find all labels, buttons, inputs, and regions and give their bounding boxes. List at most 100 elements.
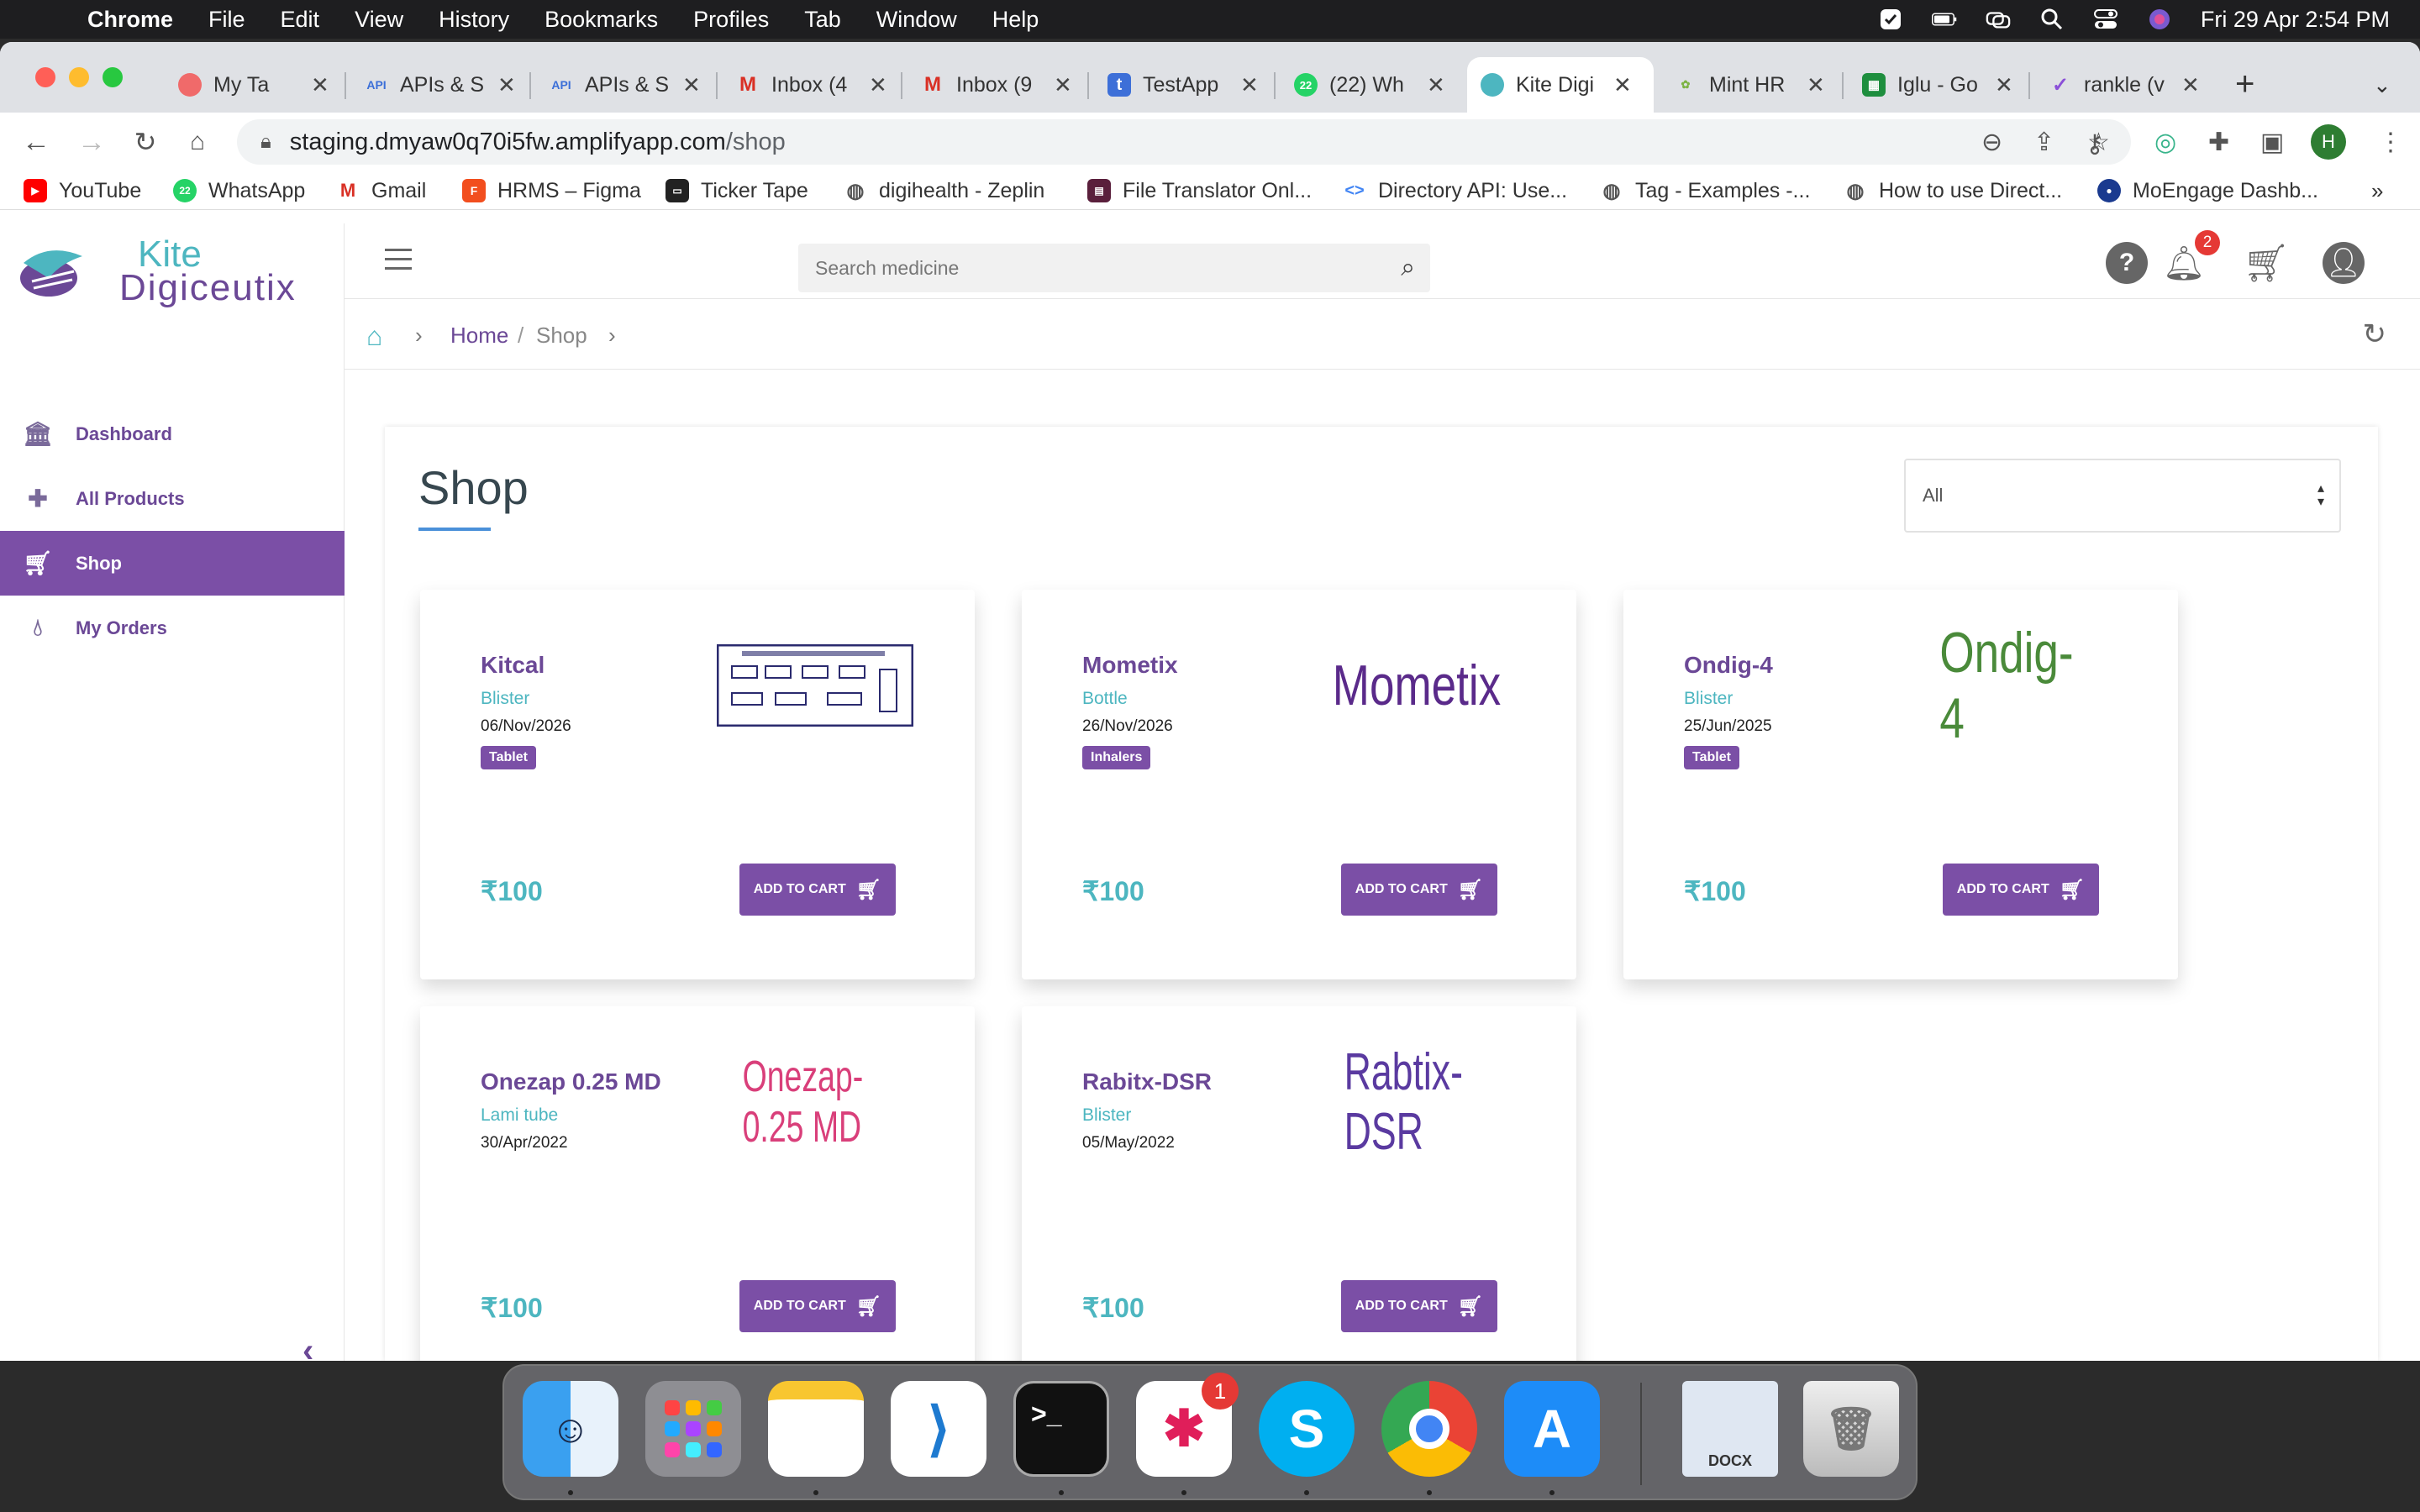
side-panel-icon[interactable]: ▣ bbox=[2260, 128, 2284, 157]
add-to-cart-button[interactable]: ADD TO CART 🛒︎ bbox=[1341, 864, 1497, 916]
tab-kite-digi[interactable]: Kite Digi ✕ bbox=[1467, 57, 1654, 113]
hamburger-menu-icon[interactable] bbox=[385, 249, 412, 270]
address-bar[interactable]: 🔒︎ staging.dmyaw0q70i5fw.amplifyapp.com /… bbox=[237, 119, 2131, 165]
tab-close-icon[interactable]: ✕ bbox=[1807, 72, 1825, 98]
app-store-icon[interactable]: A bbox=[1504, 1381, 1600, 1477]
user-account-icon[interactable]: 👤︎ bbox=[2323, 242, 2365, 284]
launchpad-icon[interactable] bbox=[645, 1381, 741, 1477]
tab-testapp[interactable]: t TestApp ✕ bbox=[1094, 57, 1259, 113]
tab-close-icon[interactable]: ✕ bbox=[1054, 72, 1072, 98]
bookmark-gmail[interactable]: M Gmail bbox=[336, 176, 426, 205]
vscode-icon[interactable]: ⟩ bbox=[891, 1381, 986, 1477]
screen-mirroring-icon[interactable] bbox=[1986, 8, 2011, 30]
tab-whatsapp[interactable]: 22 (22) Wh ✕ bbox=[1281, 57, 1445, 113]
menu-profiles[interactable]: Profiles bbox=[676, 7, 786, 33]
bookmarks-overflow-icon[interactable]: » bbox=[2371, 176, 2383, 205]
menu-file[interactable]: File bbox=[191, 7, 263, 33]
zoom-icon[interactable]: ⊖ bbox=[1981, 128, 2002, 157]
bookmark-file-translator[interactable]: ▤ File Translator Onl... bbox=[1087, 176, 1312, 205]
bookmark-directory-api[interactable]: <> Directory API: Use... bbox=[1343, 176, 1567, 205]
back-arrow-icon[interactable]: ← bbox=[18, 124, 54, 160]
bookmark-how-to-use[interactable]: ◍ How to use Direct... bbox=[1844, 176, 2063, 205]
docx-file-icon[interactable]: DOCX bbox=[1682, 1381, 1778, 1477]
tab-close-icon[interactable]: ✕ bbox=[311, 72, 329, 98]
tab-inbox-1[interactable]: M Inbox (4 ✕ bbox=[723, 57, 887, 113]
product-name[interactable]: Onezap 0.25 MD bbox=[481, 1068, 661, 1095]
search-input[interactable]: Search medicine ⌕ bbox=[798, 244, 1430, 292]
tab-close-icon[interactable]: ✕ bbox=[2181, 72, 2200, 98]
menu-edit[interactable]: Edit bbox=[263, 7, 338, 33]
tab-inbox-2[interactable]: M Inbox (9 ✕ bbox=[908, 57, 1072, 113]
tab-close-icon[interactable]: ✕ bbox=[682, 72, 701, 98]
menu-bookmarks[interactable]: Bookmarks bbox=[527, 7, 676, 33]
notes-icon[interactable] bbox=[768, 1381, 864, 1477]
sidebar-collapse-chevron-icon[interactable]: ‹ bbox=[302, 1332, 313, 1361]
tab-close-icon[interactable]: ✕ bbox=[1240, 72, 1259, 98]
forward-arrow-icon[interactable]: → bbox=[74, 124, 109, 160]
bookmark-tickertape[interactable]: ▭ Ticker Tape bbox=[666, 176, 808, 205]
share-icon[interactable]: ⇪ bbox=[2033, 128, 2054, 157]
tab-iglu[interactable]: ▦ Iglu - Go ✕ bbox=[1849, 57, 2013, 113]
add-to-cart-button[interactable]: ADD TO CART 🛒︎ bbox=[1943, 864, 2099, 916]
profile-avatar[interactable]: H bbox=[2311, 124, 2346, 160]
sidebar-item-my-orders[interactable]: 💧︎ My Orders bbox=[0, 596, 345, 660]
reload-icon[interactable]: ↻ bbox=[128, 124, 163, 160]
bookmark-zeplin[interactable]: ◍ digihealth - Zeplin bbox=[844, 176, 1045, 205]
tab-search-chevron-icon[interactable]: ⌄ bbox=[2373, 72, 2391, 98]
bookmark-star-icon[interactable]: ☆ bbox=[2087, 128, 2110, 157]
bookmark-tag-examples[interactable]: ◍ Tag - Examples -... bbox=[1600, 176, 1811, 205]
control-center-icon[interactable] bbox=[2093, 8, 2118, 30]
sidebar-item-all-products[interactable]: ✚ All Products bbox=[0, 466, 345, 531]
add-to-cart-button[interactable]: ADD TO CART 🛒︎ bbox=[1341, 1280, 1497, 1332]
tab-close-icon[interactable]: ✕ bbox=[497, 72, 516, 98]
product-card[interactable]: Mometix Mometix Bottle 26/Nov/2026 Inhal… bbox=[1022, 590, 1576, 979]
help-icon[interactable]: ? bbox=[2106, 242, 2148, 284]
window-zoom-button[interactable] bbox=[103, 67, 123, 87]
finder-icon[interactable]: ☺ bbox=[523, 1381, 618, 1477]
bookmark-youtube[interactable]: ▶ YouTube bbox=[24, 176, 141, 205]
tab-my-tasks[interactable]: My Ta ✕ bbox=[165, 57, 329, 113]
product-name[interactable]: Mometix bbox=[1082, 652, 1178, 679]
product-name[interactable]: Ondig-4 bbox=[1684, 652, 1773, 679]
add-to-cart-button[interactable]: ADD TO CART 🛒︎ bbox=[739, 864, 896, 916]
terminal-icon[interactable]: >_ bbox=[1013, 1381, 1109, 1477]
bookmark-figma[interactable]: F HRMS – Figma bbox=[462, 176, 641, 205]
siri-icon[interactable] bbox=[2147, 8, 2172, 30]
product-name[interactable]: Kitcal bbox=[481, 652, 544, 679]
window-close-button[interactable] bbox=[35, 67, 55, 87]
menubar-clock[interactable]: Fri 29 Apr 2:54 PM bbox=[2201, 7, 2390, 33]
tab-apis-1[interactable]: API APIs & S ✕ bbox=[351, 57, 516, 113]
extensions-puzzle-icon[interactable]: ✚ bbox=[2208, 128, 2229, 157]
shopping-cart-icon[interactable]: 🛒︎ bbox=[2243, 242, 2290, 284]
refresh-icon[interactable]: ↻ bbox=[2363, 318, 2387, 351]
breadcrumb-home-link[interactable]: Home bbox=[450, 323, 508, 349]
menu-history[interactable]: History bbox=[421, 7, 527, 33]
tab-close-icon[interactable]: ✕ bbox=[869, 72, 887, 98]
add-to-cart-button[interactable]: ADD TO CART 🛒︎ bbox=[739, 1280, 896, 1332]
bookmark-whatsapp[interactable]: 22 WhatsApp bbox=[173, 176, 305, 205]
home-icon[interactable]: ⌂ bbox=[366, 321, 382, 352]
product-card[interactable]: Rabtix-DSR Rabitx-DSR Blister 05/May/202… bbox=[1022, 1006, 1576, 1361]
spotlight-search-icon[interactable] bbox=[2039, 8, 2065, 30]
sidebar-item-shop[interactable]: 🛒︎ Shop bbox=[0, 531, 345, 596]
battery-icon[interactable] bbox=[1931, 8, 1957, 30]
bookmark-moengage[interactable]: ● MoEngage Dashb... bbox=[2097, 176, 2318, 205]
home-icon[interactable]: ⌂ bbox=[180, 124, 215, 160]
sidebar-item-dashboard[interactable]: 🏛︎ Dashboard bbox=[0, 402, 345, 466]
extension-circle-icon[interactable]: ◎ bbox=[2154, 128, 2176, 157]
more-menu-icon[interactable]: ⋮ bbox=[2378, 128, 2403, 157]
tab-rankle[interactable]: ✓ rankle (v ✕ bbox=[2035, 57, 2200, 113]
lock-icon[interactable]: 🔒︎ bbox=[260, 130, 271, 154]
product-card[interactable]: Kitcal Blister 06/Nov/2026 Tablet ₹100 A… bbox=[420, 590, 975, 979]
category-filter-select[interactable]: All ▴ ▾ bbox=[1904, 459, 2341, 533]
menu-window[interactable]: Window bbox=[859, 7, 975, 33]
tab-close-icon[interactable]: ✕ bbox=[1427, 72, 1445, 98]
search-icon[interactable]: ⌕ bbox=[1401, 254, 1415, 282]
app-logo[interactable]: Kite Digiceutix bbox=[15, 234, 297, 309]
tab-mint-hr[interactable]: ✿ Mint HR ✕ bbox=[1660, 57, 1825, 113]
skype-icon[interactable]: S bbox=[1259, 1381, 1355, 1477]
menu-tab[interactable]: Tab bbox=[786, 7, 859, 33]
chrome-icon[interactable] bbox=[1381, 1381, 1477, 1477]
menu-help[interactable]: Help bbox=[975, 7, 1057, 33]
trash-icon[interactable]: 🗑︎ bbox=[1803, 1381, 1899, 1477]
